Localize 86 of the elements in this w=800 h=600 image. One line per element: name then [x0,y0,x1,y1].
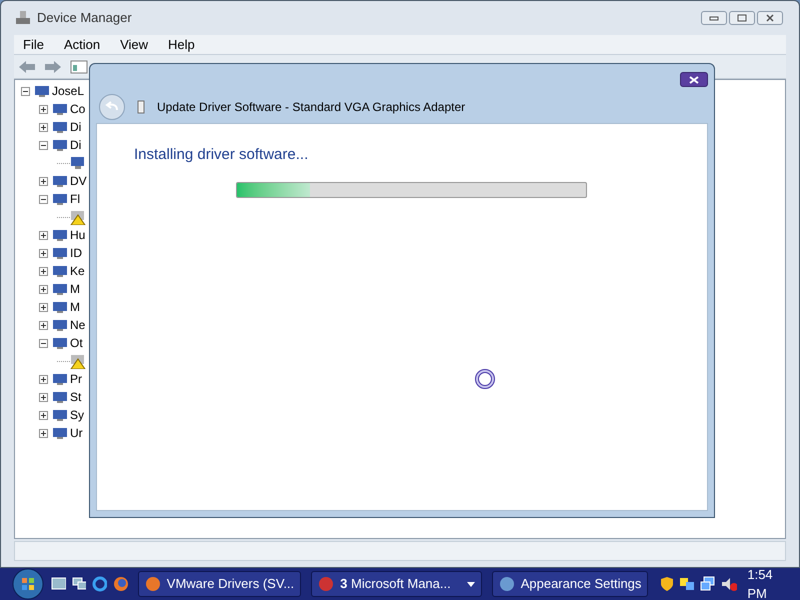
minimize-button[interactable] [701,11,727,25]
menu-item[interactable]: Help [159,34,204,54]
shield-icon[interactable] [660,576,674,592]
device-icon [52,228,68,242]
expander-icon[interactable] [39,320,48,330]
device-icon [52,336,68,350]
device-icon [52,246,68,260]
tree-item[interactable]: DV [70,172,87,190]
expander-icon[interactable] [39,140,48,150]
menu-item[interactable]: File [14,34,53,54]
tree-item[interactable]: JoseL [52,82,84,100]
dialog-heading: Installing driver software... [134,145,308,165]
close-button[interactable] [680,72,708,87]
taskbar-button[interactable]: Appearance Settings [492,571,648,597]
app-icon [498,576,515,592]
expander-icon[interactable] [21,86,30,96]
expander-icon[interactable] [39,374,48,384]
window-title: Device Manager [37,9,132,28]
tree-item[interactable]: Co [70,100,86,118]
tree-item[interactable]: Di [70,136,82,154]
tree-item[interactable]: Ur [70,424,83,442]
menu-item[interactable]: View [111,34,158,54]
dialog-title: Update Driver Software - Standard VGA Graphics Adapter [157,98,466,116]
device-icon [52,174,68,188]
tree-item[interactable]: M [70,280,80,298]
close-icon [689,76,699,84]
tree-item[interactable]: Sy [70,406,84,424]
globe-icon[interactable] [113,576,128,592]
expander-icon[interactable] [39,338,48,348]
tree-item[interactable]: Hu [70,226,86,244]
expander-icon[interactable] [39,176,48,186]
device-icon [52,300,68,314]
device-icon [52,426,68,440]
taskbar-button[interactable]: VMware Drivers (SV... [138,571,302,597]
windows-icon[interactable] [72,577,86,591]
expander-icon[interactable] [39,410,48,420]
tree-item[interactable]: Ot [70,334,83,352]
device-icon [52,318,68,332]
app-icon [318,576,334,592]
device-icon [52,372,68,386]
device-icon [52,282,68,296]
device-icon [52,192,68,206]
device-icon [52,390,68,404]
close-button[interactable] [757,11,783,25]
tree-item[interactable]: M [70,298,80,316]
device-icon [52,120,68,134]
device-icon [52,138,68,152]
tree-item[interactable]: Di [70,118,82,136]
expander-icon[interactable] [39,302,48,312]
back-button[interactable] [99,94,125,120]
expander-icon[interactable] [39,248,48,258]
expander-icon[interactable] [39,392,48,402]
muted-speaker-icon[interactable] [720,576,738,592]
device-icon [52,264,68,278]
expander-icon[interactable] [39,428,48,438]
device-icon [137,100,145,114]
properties-icon[interactable] [70,60,88,74]
taskbar-button[interactable]: 3 Microsoft Mana... [311,571,482,597]
expander-icon[interactable] [39,122,48,132]
maximize-button[interactable] [729,11,755,25]
minimize-icon [709,15,719,21]
network-icon[interactable] [700,576,715,592]
expander-icon[interactable] [39,266,48,276]
expander-icon[interactable] [39,284,48,294]
expander-icon[interactable] [39,104,48,114]
desktop-icon[interactable] [50,577,66,591]
tree-item[interactable]: Pr [70,370,82,388]
browser-icon[interactable] [92,576,108,592]
busy-spinner-icon [474,368,496,390]
device-icon [34,84,50,98]
clock[interactable]: 1:54 PM [747,564,792,600]
device-icon [52,102,68,116]
expander-icon[interactable] [39,230,48,240]
windows-icon[interactable] [679,576,694,592]
maximize-icon [737,14,747,22]
menu-item[interactable]: Action [54,34,110,54]
expander-icon[interactable] [39,194,48,204]
back-arrow-icon [105,100,119,112]
tree-item[interactable]: Ne [70,316,86,334]
tree-item[interactable]: St [70,388,82,406]
app-icon [144,576,161,592]
tree-item[interactable]: Fl [70,190,80,208]
device-icon [52,408,68,422]
tree-item[interactable]: ID [70,244,82,262]
close-icon [765,14,775,22]
tree-item[interactable]: Ke [70,262,85,280]
